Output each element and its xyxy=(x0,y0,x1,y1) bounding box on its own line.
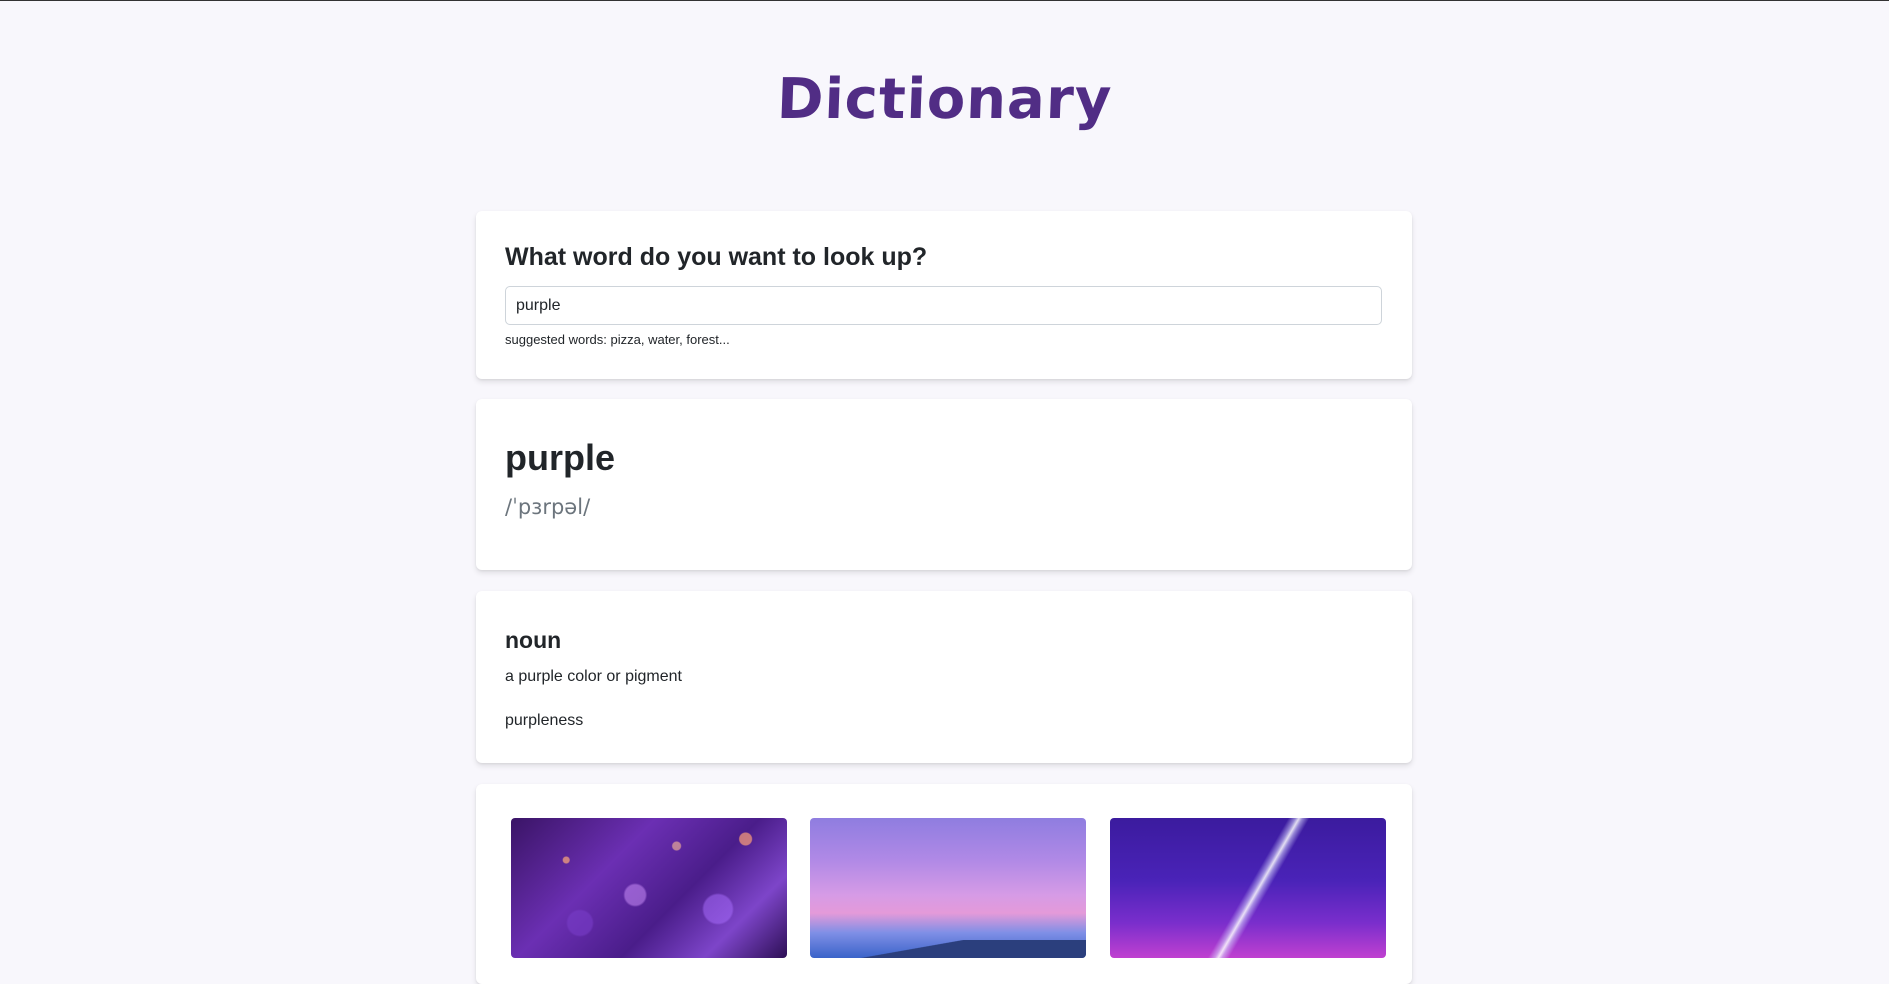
logo: Dictionary xyxy=(0,66,1889,133)
search-card: What word do you want to look up? sugges… xyxy=(476,211,1412,379)
phonetic-text: /ˈpɜrpəl/ xyxy=(505,495,591,519)
search-input[interactable] xyxy=(505,286,1382,325)
photo-night-sky-beam[interactable] xyxy=(1110,818,1386,958)
photos-card xyxy=(476,784,1412,984)
logo-text: Dictionary xyxy=(775,67,1114,132)
meaning-card: noun a purple color or pigment purplenes… xyxy=(476,591,1412,763)
photo-amethyst-crystals[interactable] xyxy=(511,818,787,958)
part-of-speech: noun xyxy=(505,627,562,653)
search-heading: What word do you want to look up? xyxy=(505,243,928,271)
synonym-text: purpleness xyxy=(505,712,584,729)
definition-text: a purple color or pigment xyxy=(505,668,682,685)
word-card: purple /ˈpɜrpəl/ xyxy=(476,399,1412,570)
word-title: purple xyxy=(505,437,616,478)
suggested-words-hint: suggested words: pizza, water, forest... xyxy=(505,332,730,347)
window-top-border xyxy=(0,0,1889,1)
photo-purple-sky[interactable] xyxy=(810,818,1086,958)
